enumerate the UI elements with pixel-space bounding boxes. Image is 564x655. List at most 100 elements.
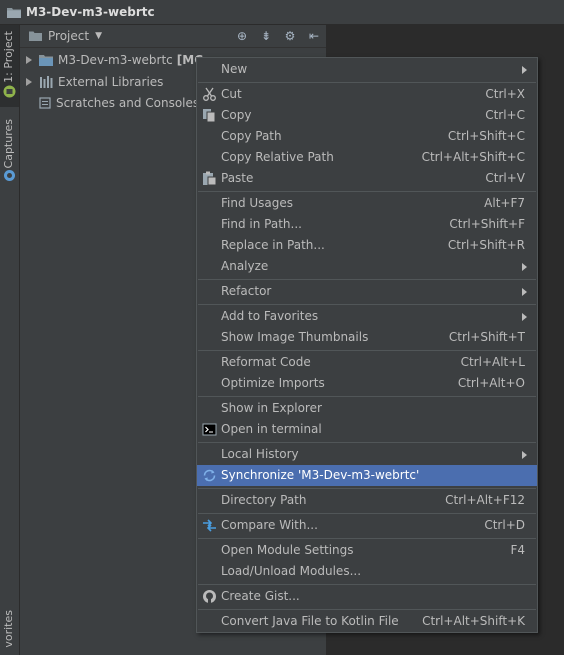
menu-separator: [198, 513, 536, 514]
menu-item-directory-path[interactable]: Directory Path Ctrl+Alt+F12: [197, 490, 537, 511]
menu-item-copy[interactable]: Copy Ctrl+C: [197, 105, 537, 126]
tree-item-external-libraries-label: External Libraries: [58, 74, 164, 89]
menu-item-cut[interactable]: Cut Ctrl+X: [197, 84, 537, 105]
tree-item-scratches[interactable]: Scratches and Consoles: [39, 92, 199, 113]
menu-item-show-in-explorer[interactable]: Show in Explorer: [197, 398, 537, 419]
sync-icon: [203, 469, 216, 482]
menu-item-label: Copy Path: [221, 129, 282, 143]
folder-icon: [7, 7, 21, 18]
expand-arrow-icon[interactable]: [26, 77, 32, 86]
menu-separator: [198, 442, 536, 443]
menu-separator: [198, 396, 536, 397]
github-icon: [203, 590, 216, 603]
submenu-arrow-icon: [522, 66, 527, 74]
menu-item-open-module-settings[interactable]: Open Module Settings F4: [197, 540, 537, 561]
tree-item-module[interactable]: M3-Dev-m3-webrtc [MC: [20, 49, 203, 70]
menu-separator: [198, 488, 536, 489]
paste-icon: [203, 171, 217, 186]
menu-item-analyze[interactable]: Analyze: [197, 256, 537, 277]
menu-separator: [198, 350, 536, 351]
menu-item-shortcut: Ctrl+Alt+L: [460, 355, 525, 369]
menu-item-show-image-thumbnails[interactable]: Show Image Thumbnails Ctrl+Shift+T: [197, 327, 537, 348]
menu-item-label: Create Gist...: [221, 589, 300, 603]
menu-item-find-in-path[interactable]: Find in Path... Ctrl+Shift+F: [197, 214, 537, 235]
submenu-arrow-icon: [522, 288, 527, 296]
scroll-from-source-icon[interactable]: ⊕: [234, 28, 250, 44]
menu-item-copy-relative-path[interactable]: Copy Relative Path Ctrl+Alt+Shift+C: [197, 147, 537, 168]
menu-item-local-history[interactable]: Local History: [197, 444, 537, 465]
tab-project[interactable]: 1: Project: [0, 25, 19, 107]
tab-favorites-label: vorites: [2, 610, 15, 648]
tree-item-scratches-label: Scratches and Consoles: [56, 95, 200, 110]
menu-item-replace-in-path[interactable]: Replace in Path... Ctrl+Shift+R: [197, 235, 537, 256]
menu-item-shortcut: Ctrl+C: [485, 108, 525, 122]
menu-item-copy-path[interactable]: Copy Path Ctrl+Shift+C: [197, 126, 537, 147]
menu-item-compare-with[interactable]: Compare With... Ctrl+D: [197, 515, 537, 536]
menu-item-load-unload-modules[interactable]: Load/Unload Modules...: [197, 561, 537, 582]
collapse-all-icon[interactable]: ⇟: [258, 28, 274, 44]
menu-item-label: Copy: [221, 108, 252, 122]
menu-item-find-usages[interactable]: Find Usages Alt+F7: [197, 193, 537, 214]
menu-item-synchronize[interactable]: Synchronize 'M3-Dev-m3-webrtc': [197, 465, 537, 486]
menu-item-label: Paste: [221, 171, 254, 185]
menu-item-shortcut: Ctrl+Shift+R: [447, 238, 525, 252]
menu-item-label: Reformat Code: [221, 355, 311, 369]
menu-item-label: Refactor: [221, 284, 272, 298]
menu-item-shortcut: Ctrl+X: [485, 87, 525, 101]
menu-item-label: Open Module Settings: [221, 543, 354, 557]
menu-item-label: Convert Java File to Kotlin File: [221, 614, 399, 628]
tab-project-label: 1: Project: [2, 31, 15, 83]
menu-item-label: Find in Path...: [221, 217, 302, 231]
menu-item-reformat-code[interactable]: Reformat Code Ctrl+Alt+L: [197, 352, 537, 373]
tab-favorites[interactable]: vorites: [0, 610, 19, 655]
scissors-icon: [203, 87, 216, 101]
menu-item-shortcut: Ctrl+Alt+F12: [445, 493, 525, 507]
scratches-icon: [39, 96, 51, 109]
menu-item-convert-java-to-kotlin[interactable]: Convert Java File to Kotlin File Ctrl+Al…: [197, 611, 537, 632]
menu-item-label: Replace in Path...: [221, 238, 325, 252]
title-bar: M3-Dev-m3-webrtc: [0, 0, 564, 25]
menu-item-label: Show in Explorer: [221, 401, 322, 415]
left-tool-strip: 1: Project Captures vorites: [0, 25, 20, 655]
android-icon: [3, 85, 16, 98]
copy-icon: [203, 109, 216, 123]
menu-item-refactor[interactable]: Refactor: [197, 281, 537, 302]
tree-item-external-libraries[interactable]: External Libraries: [20, 71, 163, 92]
menu-item-paste[interactable]: Paste Ctrl+V: [197, 168, 537, 189]
menu-separator: [198, 538, 536, 539]
window-title: M3-Dev-m3-webrtc: [26, 5, 155, 19]
gear-icon[interactable]: ⚙: [282, 28, 298, 44]
context-menu: New Cut Ctrl+X Copy Ctrl+C Copy Path Ctr…: [196, 57, 538, 633]
menu-separator: [198, 584, 536, 585]
module-folder-icon: [39, 54, 53, 66]
menu-item-label: Local History: [221, 447, 299, 461]
menu-item-open-in-terminal[interactable]: Open in terminal: [197, 419, 537, 440]
menu-item-new[interactable]: New: [197, 59, 537, 80]
menu-separator: [198, 304, 536, 305]
submenu-arrow-icon: [522, 263, 527, 271]
menu-item-optimize-imports[interactable]: Optimize Imports Ctrl+Alt+O: [197, 373, 537, 394]
menu-item-label: New: [221, 62, 248, 76]
menu-item-label: Show Image Thumbnails: [221, 330, 369, 344]
tab-captures-label: Captures: [2, 119, 15, 169]
menu-separator: [198, 609, 536, 610]
tab-captures[interactable]: Captures: [0, 115, 19, 187]
project-panel-header: Project ▼ ⊕ ⇟ ⚙ ⇤: [20, 25, 326, 48]
menu-item-label: Analyze: [221, 259, 269, 273]
menu-item-label: Cut: [221, 87, 242, 101]
menu-item-label: Open in terminal: [221, 422, 322, 436]
expand-arrow-icon[interactable]: [26, 55, 32, 64]
menu-item-add-to-favorites[interactable]: Add to Favorites: [197, 306, 537, 327]
hide-panel-icon[interactable]: ⇤: [306, 28, 322, 44]
menu-item-label: Find Usages: [221, 196, 294, 210]
menu-item-create-gist[interactable]: Create Gist...: [197, 586, 537, 607]
chevron-down-icon[interactable]: ▼: [95, 31, 102, 41]
libraries-icon: [40, 75, 53, 88]
project-view-selector[interactable]: Project: [48, 29, 89, 43]
menu-item-shortcut: Ctrl+D: [484, 518, 525, 532]
project-folder-icon: [29, 31, 42, 41]
menu-separator: [198, 82, 536, 83]
menu-item-shortcut: Ctrl+Shift+T: [448, 330, 525, 344]
captures-icon: [4, 170, 15, 181]
menu-item-shortcut: Ctrl+Alt+Shift+C: [421, 150, 525, 164]
